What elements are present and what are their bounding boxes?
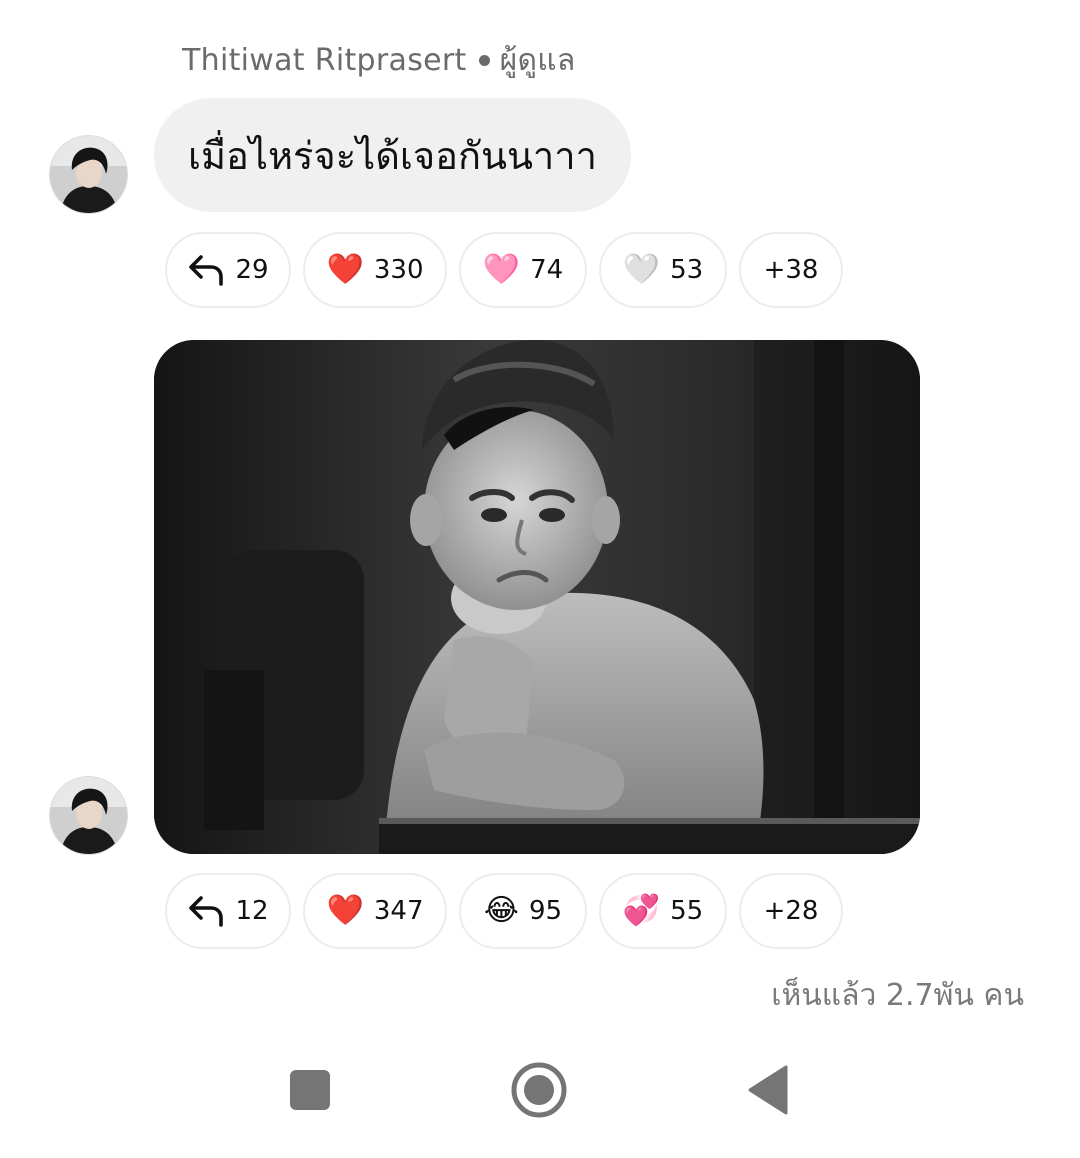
- reply-arrow-icon: [187, 894, 225, 928]
- separator-dot: [478, 54, 490, 66]
- more-reactions-button[interactable]: +38: [739, 232, 843, 308]
- back-button[interactable]: [738, 1062, 798, 1122]
- gif-image[interactable]: [154, 340, 920, 854]
- more-reactions-count: +28: [763, 896, 819, 926]
- red-heart-icon: ❤️: [326, 893, 364, 928]
- reactions-row: 12 ❤️ 347 😂 95 💞 55 +28: [165, 873, 843, 949]
- reply-button[interactable]: 12: [165, 873, 291, 949]
- message-text: เมื่อไหร่จะได้เจอกันนาาา: [188, 133, 597, 178]
- reaction-count: 95: [528, 896, 563, 926]
- triangle-back-icon: [746, 1065, 790, 1119]
- more-reactions-count: +38: [763, 255, 819, 285]
- reaction-chip[interactable]: ❤️ 347: [303, 873, 447, 949]
- reaction-count: 330: [373, 255, 424, 285]
- reaction-count: 347: [373, 896, 424, 926]
- sender-line: Thitiwat Ritprasert ผู้ดูแล: [182, 38, 576, 82]
- pink-heart-icon: 🩷: [482, 252, 521, 287]
- square-icon: [289, 1069, 331, 1115]
- sender-name[interactable]: Thitiwat Ritprasert: [182, 43, 467, 78]
- reaction-chip[interactable]: 🩷 74: [459, 232, 587, 308]
- white-heart-icon: 🤍: [622, 252, 661, 287]
- sender-role: ผู้ดูแล: [499, 42, 576, 78]
- reply-arrow-icon: [187, 253, 225, 287]
- reaction-chip[interactable]: 💞 55: [599, 873, 727, 949]
- sender-avatar[interactable]: [50, 777, 127, 854]
- revolving-hearts-icon: 💞: [622, 893, 661, 928]
- recents-button[interactable]: [280, 1062, 340, 1122]
- sender-avatar[interactable]: [50, 136, 127, 213]
- message-bubble[interactable]: เมื่อไหร่จะได้เจอกันนาาา: [154, 98, 631, 212]
- seen-count[interactable]: เห็นแล้ว 2.7พัน คน: [771, 972, 1024, 1019]
- reaction-chip[interactable]: ❤️ 330: [303, 232, 447, 308]
- reply-button[interactable]: 29: [165, 232, 291, 308]
- reaction-chip[interactable]: 🤍 53: [599, 232, 727, 308]
- reply-count: 29: [235, 255, 269, 285]
- reaction-chip[interactable]: 😂 95: [459, 873, 587, 949]
- home-button[interactable]: [509, 1062, 569, 1122]
- reactions-row: 29 ❤️ 330 🩷 74 🤍 53 +38: [165, 232, 843, 308]
- tears-of-joy-icon: 😂: [483, 893, 519, 928]
- navigation-bar: [0, 1040, 1080, 1140]
- red-heart-icon: ❤️: [326, 252, 364, 287]
- reaction-count: 55: [670, 896, 704, 926]
- reply-count: 12: [235, 896, 269, 926]
- reaction-count: 53: [670, 255, 704, 285]
- circle-icon: [510, 1061, 568, 1123]
- reaction-count: 74: [530, 255, 564, 285]
- more-reactions-button[interactable]: +28: [739, 873, 843, 949]
